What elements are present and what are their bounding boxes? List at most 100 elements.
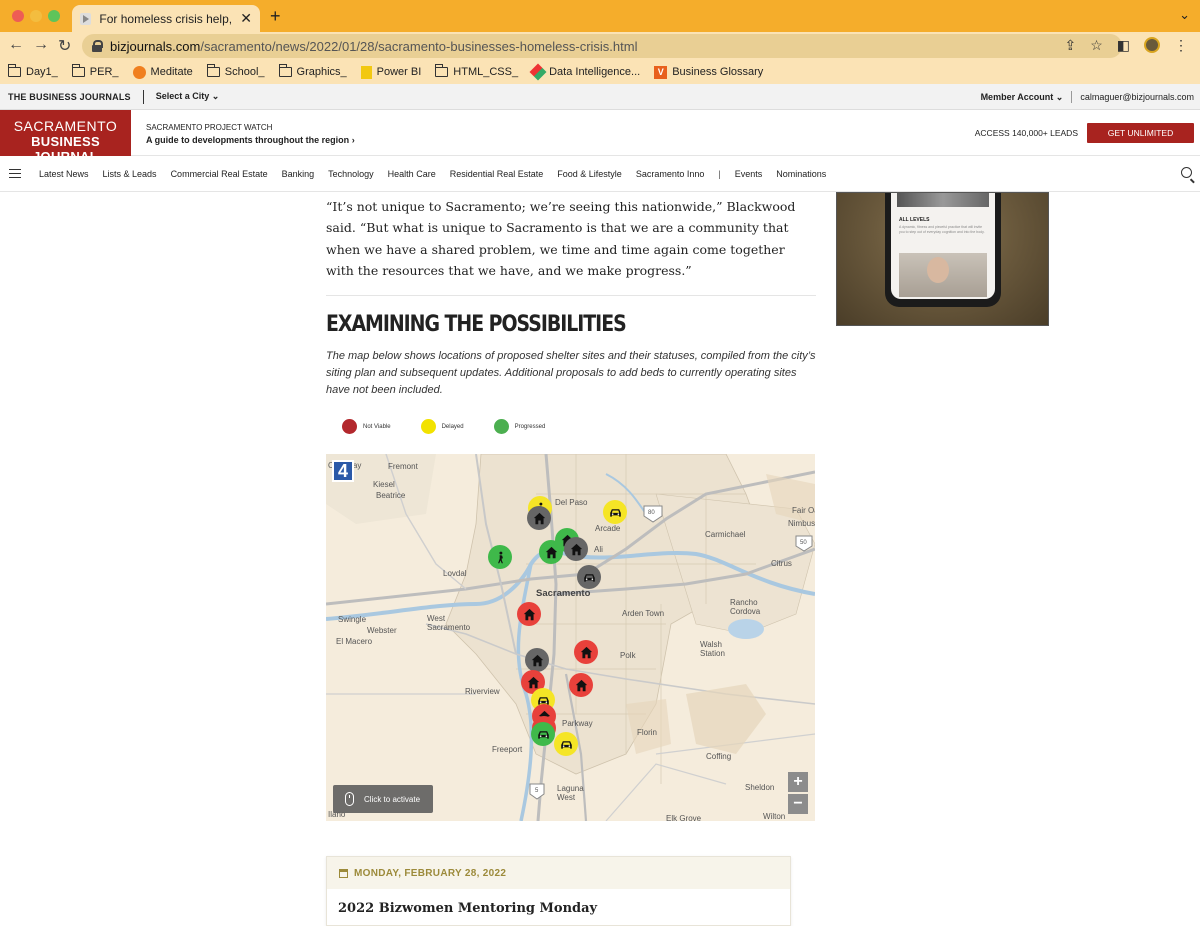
event-title[interactable]: 2022 Bizwomen Mentoring Monday	[327, 889, 790, 916]
get-unlimited-button[interactable]: GET UNLIMITED	[1087, 123, 1194, 143]
bookmark-label: School_	[224, 66, 265, 78]
browser-tab-active[interactable]: For homeless crisis help, city tu ✕	[72, 5, 260, 32]
bookmark-item[interactable]: Graphics_	[278, 64, 347, 78]
bookmark-star-icon[interactable]: ☆	[1090, 37, 1103, 54]
bookmark-item[interactable]: Data Intelligence...	[529, 63, 640, 81]
site-logo[interactable]: SACRAMENTO BUSINESS JOURNAL	[0, 110, 131, 164]
map-marker-progressed[interactable]	[539, 540, 563, 564]
select-city-dropdown[interactable]: Select a City ⌄	[156, 91, 220, 102]
bookmark-item[interactable]: Power BI	[360, 65, 421, 79]
map-marker-unknown[interactable]	[577, 565, 601, 589]
nav-item[interactable]: Nominations	[776, 169, 826, 179]
nav-item[interactable]: Food & Lifestyle	[557, 169, 622, 179]
map-place-label: Carmichael	[705, 530, 746, 539]
nav-item[interactable]: Technology	[328, 169, 374, 179]
tab-title: For homeless crisis help, city tu	[99, 11, 234, 26]
bookmark-item[interactable]: Meditate	[132, 65, 193, 79]
bookmark-item[interactable]: PER_	[71, 64, 119, 78]
url-field[interactable]: bizjournals.com/sacramento/news/2022/01/…	[82, 34, 1122, 58]
map-place-label: Parkway	[562, 719, 593, 728]
map-marker-progressed[interactable]	[531, 722, 555, 746]
ad-levels-text: ALL LEVELS	[899, 217, 930, 223]
house-icon	[527, 676, 539, 688]
nav-item[interactable]: Residential Real Estate	[450, 169, 544, 179]
lock-icon	[92, 40, 103, 52]
map-marker-unknown[interactable]	[564, 537, 588, 561]
map-marker-delayed[interactable]	[554, 732, 578, 756]
map-place-label: Walsh Station	[700, 640, 725, 658]
zoom-out-button[interactable]: −	[788, 794, 808, 814]
car-icon	[560, 740, 572, 749]
mouse-icon	[345, 792, 354, 806]
url-host: bizjournals.com	[110, 38, 201, 54]
map-place-label: Wilton	[763, 812, 786, 821]
project-watch-link[interactable]: SACRAMENTO PROJECT WATCH A guide to deve…	[146, 123, 355, 145]
side-panel-icon[interactable]: ◧	[1117, 37, 1130, 54]
legend-label: Progressed	[514, 423, 546, 430]
house-icon	[580, 646, 592, 658]
bookmark-item[interactable]: School_	[206, 64, 265, 78]
nav-item[interactable]: Events	[735, 169, 763, 179]
nav-item[interactable]: Sacramento Inno	[636, 169, 705, 179]
strip-divider	[1071, 91, 1073, 103]
tab-close-icon[interactable]: ✕	[240, 10, 252, 27]
legend-item: Not Viable	[342, 419, 391, 434]
forward-arrow-icon[interactable]: →	[33, 36, 49, 54]
map-marker-progressed[interactable]	[488, 545, 512, 569]
bookmark-item[interactable]: V Business Glossary	[654, 65, 763, 79]
sidebar-advertisement[interactable]: ALL LEVELS A dynamic, fitness and piecef…	[836, 192, 1049, 326]
search-icon[interactable]	[1181, 167, 1192, 178]
profile-avatar-icon[interactable]	[1144, 37, 1160, 53]
nav-item[interactable]: Health Care	[388, 169, 436, 179]
nav-item[interactable]: Banking	[282, 169, 315, 179]
folder-icon	[71, 64, 85, 77]
legend-label: Delayed	[441, 423, 464, 430]
share-icon[interactable]: ⇪	[1064, 37, 1076, 54]
nav-divider: |	[718, 168, 721, 179]
click-to-activate-button[interactable]: Click to activate	[333, 785, 433, 813]
nav-item[interactable]: Lists & Leads	[103, 169, 157, 179]
map-marker-not-viable[interactable]	[517, 602, 541, 626]
member-account-dropdown[interactable]: Member Account ⌄	[981, 92, 1064, 103]
bookmark-item[interactable]: HTML_CSS_	[435, 64, 518, 78]
user-email[interactable]: calmaguer@bizjournals.com	[1080, 92, 1194, 102]
map-place-label: Webster	[367, 626, 397, 635]
map-place-label: Citrus	[771, 559, 792, 568]
hamburger-menu-icon[interactable]	[9, 169, 21, 178]
url-path: /sacramento/news/2022/01/28/sacramento-b…	[200, 38, 638, 54]
back-arrow-icon[interactable]: ←	[8, 36, 24, 54]
map-place-label: Swingle	[338, 615, 367, 624]
map-place-label: Polk	[620, 651, 636, 660]
shelter-sites-map[interactable]: 80 50 5 ConawayFremontKieselBeatriceDel …	[326, 454, 815, 821]
map-place-label: Laguna West	[557, 784, 584, 802]
minimize-window-button[interactable]	[30, 10, 42, 22]
network-name[interactable]: THE BUSINESS JOURNALS	[8, 92, 131, 102]
section-title: EXAMINING THE POSSIBILITIES	[326, 312, 627, 337]
nav-item[interactable]: Commercial Real Estate	[171, 169, 268, 179]
map-marker-unknown[interactable]	[525, 648, 549, 672]
new-tab-button[interactable]: +	[270, 6, 281, 27]
bookmark-item[interactable]: Day1_	[8, 64, 58, 78]
map-marker-unknown[interactable]	[527, 506, 551, 530]
folder-icon	[435, 64, 449, 77]
maximize-window-button[interactable]	[48, 10, 60, 22]
map-place-label: Kiesel	[373, 480, 395, 489]
nav-item[interactable]: Latest News	[39, 169, 89, 179]
map-marker-delayed[interactable]	[603, 500, 627, 524]
event-card[interactable]: MONDAY, FEBRUARY 28, 2022 2022 Bizwomen …	[326, 856, 791, 926]
folder-icon	[8, 64, 21, 77]
zoom-in-button[interactable]: +	[788, 772, 808, 792]
bookmark-label: Graphics_	[296, 66, 347, 78]
tab-search-chevron-icon[interactable]: ⌄	[1179, 7, 1190, 23]
map-marker-not-viable[interactable]	[569, 673, 593, 697]
map-place-label: Arcade	[595, 524, 621, 533]
reload-icon[interactable]: ↻	[58, 36, 71, 56]
close-window-button[interactable]	[12, 10, 24, 22]
address-bar-row: ← → ↻ bizjournals.com/sacramento/news/20…	[0, 32, 1200, 60]
house-icon	[570, 543, 582, 555]
folder-icon	[206, 64, 220, 77]
map-marker-not-viable[interactable]	[574, 640, 598, 664]
v-icon: V	[654, 65, 668, 79]
map-place-label: Fremont	[388, 462, 418, 471]
browser-menu-icon[interactable]: ⋮	[1174, 37, 1188, 54]
